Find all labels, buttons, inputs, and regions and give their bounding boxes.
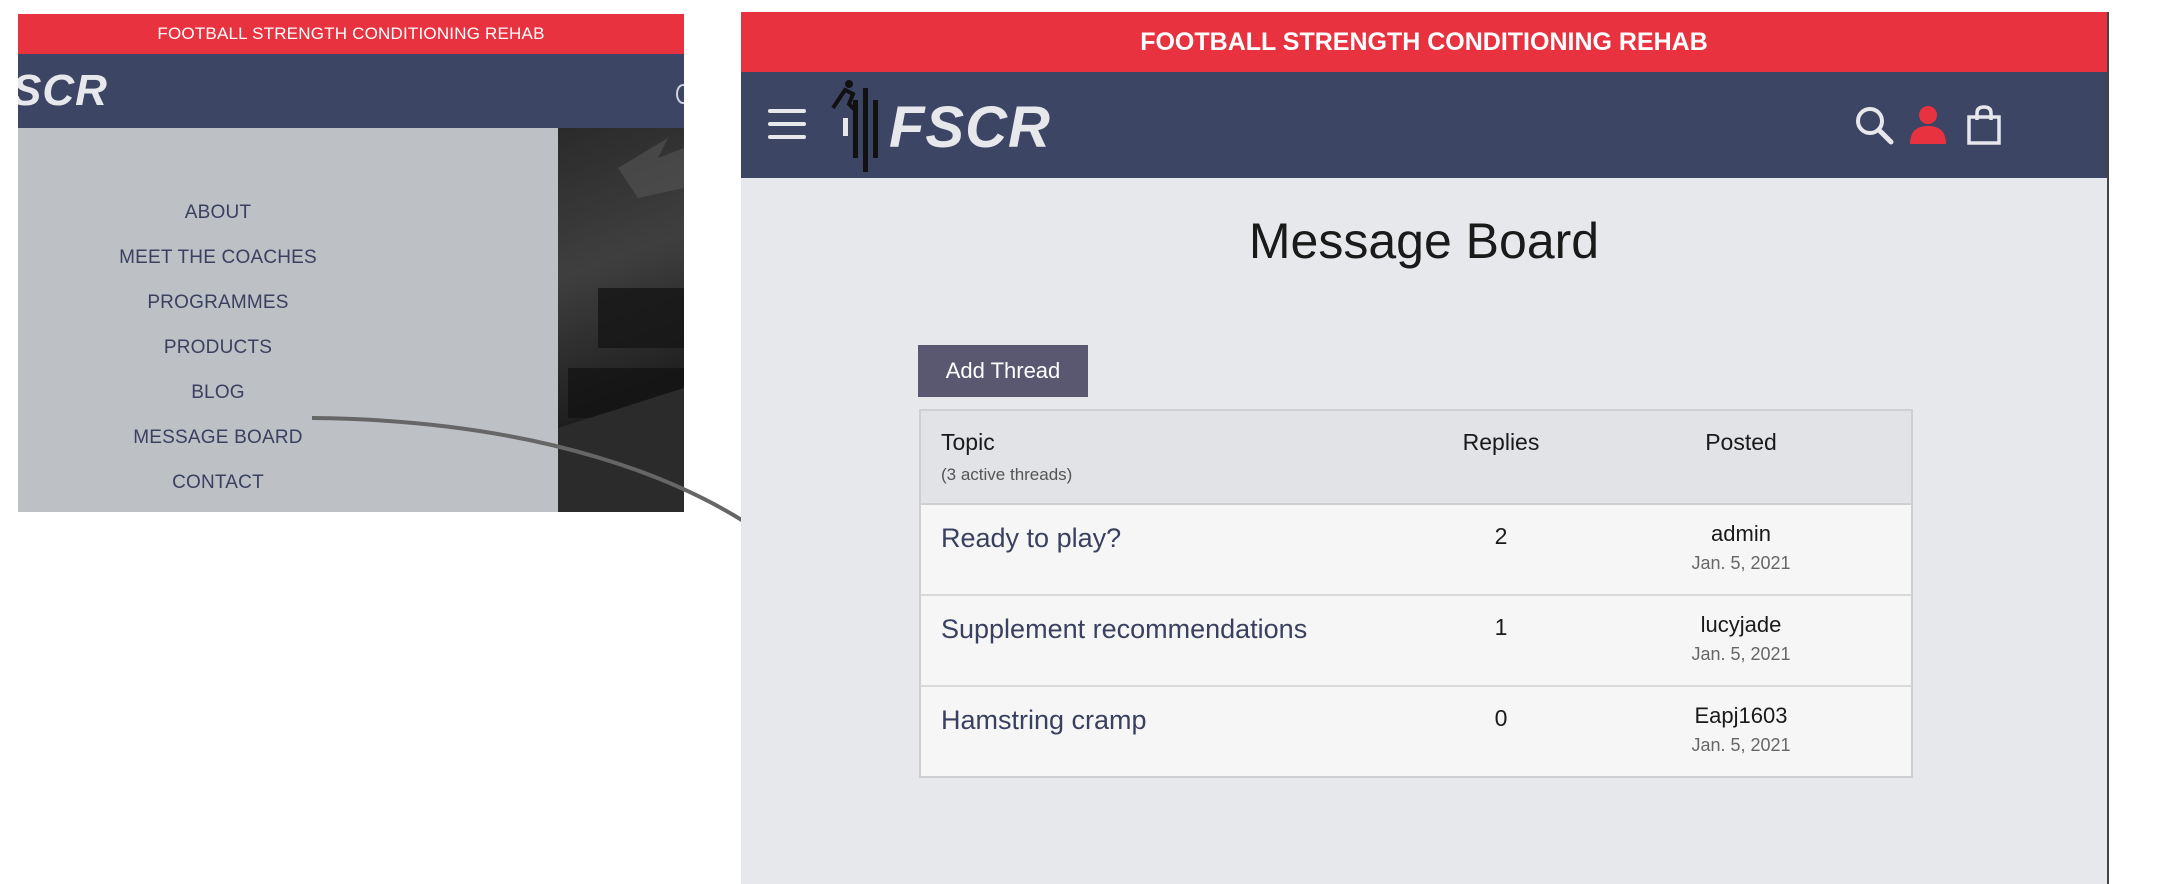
table-row: Hamstring cramp 0 Eapj1603 Jan. 5, 2021 <box>921 687 1911 776</box>
top-banner: FOOTBALL STRENGTH CONDITIONING REHAB <box>741 12 2107 72</box>
site-header: FSCR <box>741 72 2107 178</box>
header-posted: Posted <box>1705 429 1777 455</box>
reply-count: 1 <box>1494 614 1508 640</box>
reply-count: 0 <box>1494 705 1508 731</box>
nav-item-message-board[interactable]: MESSAGE BOARD <box>18 427 418 449</box>
top-banner: FOOTBALL STRENGTH CONDITIONING REHAB <box>18 14 684 54</box>
thread-title-link[interactable]: Hamstring cramp <box>941 705 1147 736</box>
banner-text: FOOTBALL STRENGTH CONDITIONING REHAB <box>157 24 545 43</box>
nav-menu: ABOUT MEET THE COACHES PROGRAMMES PRODUC… <box>18 128 558 512</box>
active-threads-count: (3 active threads) <box>941 465 1073 484</box>
site-logo[interactable]: SCR <box>18 66 108 116</box>
header-topic: Topic <box>941 429 995 455</box>
table-row: Supplement recommendations 1 lucyjade Ja… <box>921 596 1911 687</box>
logo-text: FSCR <box>889 95 1051 160</box>
nav-item-contact[interactable]: CONTACT <box>18 472 418 494</box>
posted-date: Jan. 5, 2021 <box>1691 553 1791 573</box>
banner-text: FOOTBALL STRENGTH CONDITIONING REHAB <box>1140 27 1708 56</box>
user-icon[interactable] <box>1907 104 1949 146</box>
search-icon[interactable] <box>676 84 684 104</box>
reply-count: 2 <box>1494 523 1508 549</box>
mobile-menu-preview: FOOTBALL STRENGTH CONDITIONING REHAB SCR… <box>18 14 684 512</box>
page-title: Message Board <box>1248 213 1600 269</box>
table-header: Topic (3 active threads) Replies Posted <box>921 411 1911 505</box>
posted-by: admin <box>1711 521 1771 546</box>
posted-by: lucyjade <box>1700 612 1782 637</box>
site-logo[interactable]: FSCR <box>823 78 1050 172</box>
site-header: SCR <box>18 54 684 128</box>
nav-item-products[interactable]: PRODUCTS <box>18 337 418 359</box>
threads-table: Topic (3 active threads) Replies Posted … <box>919 409 1913 778</box>
add-thread-button[interactable]: Add Thread <box>918 345 1088 397</box>
search-icon[interactable] <box>1853 104 1895 146</box>
table-row: Ready to play? 2 admin Jan. 5, 2021 <box>921 505 1911 596</box>
message-board-page: FOOTBALL STRENGTH CONDITIONING REHAB FSC… <box>741 12 2109 884</box>
posted-by: Eapj1603 <box>1694 703 1788 728</box>
stadium-image <box>558 138 684 512</box>
runner-logo-icon <box>831 80 878 172</box>
nav-item-programmes[interactable]: PROGRAMMES <box>18 292 418 314</box>
posted-date: Jan. 5, 2021 <box>1691 644 1791 664</box>
nav-item-about[interactable]: ABOUT <box>18 202 418 224</box>
header-replies: Replies <box>1462 429 1540 455</box>
thread-title-link[interactable]: Ready to play? <box>941 523 1121 554</box>
nav-item-blog[interactable]: BLOG <box>18 382 418 404</box>
shopping-bag-icon[interactable] <box>1963 104 2005 146</box>
posted-date: Jan. 5, 2021 <box>1691 735 1791 755</box>
hero-photo <box>558 128 684 512</box>
nav-item-meet-the-coaches[interactable]: MEET THE COACHES <box>18 247 418 269</box>
hamburger-icon[interactable] <box>768 109 806 139</box>
thread-title-link[interactable]: Supplement recommendations <box>941 614 1307 645</box>
